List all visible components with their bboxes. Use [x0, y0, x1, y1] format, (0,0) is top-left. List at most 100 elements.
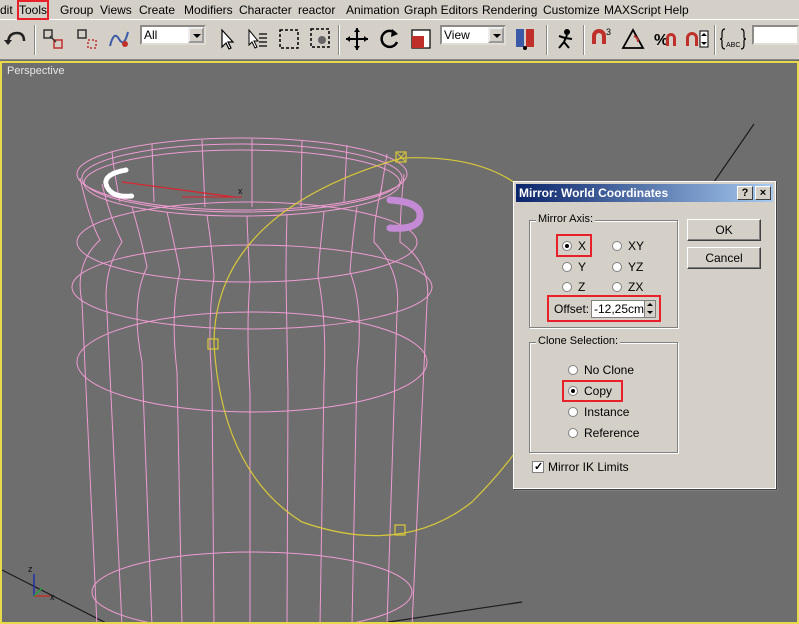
undo-icon[interactable]: [3, 26, 29, 52]
dialog-title-bar[interactable]: Mirror: World Coordinates ? ×: [516, 184, 773, 202]
menu-create[interactable]: Create: [139, 2, 175, 18]
offset-value: -12,25cm: [594, 302, 645, 316]
radio-icon: [568, 365, 578, 375]
reference-coordinate-dropdown[interactable]: View: [440, 25, 506, 45]
jar-wireframe: [71, 137, 433, 622]
mirror-axis-label: Mirror Axis:: [536, 213, 595, 225]
toolbar-separator: [34, 25, 36, 55]
axis-z-label: Z: [578, 280, 586, 294]
chevron-down-icon: [488, 27, 504, 43]
axis-y-radio[interactable]: Y: [562, 259, 586, 275]
checkbox-checked-icon: [532, 460, 544, 474]
select-object-icon[interactable]: [214, 26, 240, 52]
bind-to-space-warp-icon[interactable]: [106, 26, 132, 52]
menu-modifiers[interactable]: Modifiers: [184, 2, 233, 18]
radio-icon: [568, 407, 578, 417]
svg-text:3: 3: [606, 27, 611, 37]
mirror-dialog: Mirror: World Coordinates ? × Mirror Axi…: [513, 181, 776, 489]
menu-tools[interactable]: Tools: [16, 0, 50, 20]
menu-edit[interactable]: dit: [0, 2, 13, 18]
spinner-arrows-icon[interactable]: [644, 301, 655, 317]
percent-snap-toggle-icon[interactable]: %: [652, 26, 678, 52]
radio-icon: [612, 282, 622, 292]
select-and-rotate-icon[interactable]: [376, 26, 402, 52]
no-clone-radio[interactable]: No Clone: [568, 362, 634, 378]
select-and-link-icon[interactable]: [40, 26, 66, 52]
pivot-axis-x-label: x: [238, 186, 243, 196]
svg-text:ABC: ABC: [726, 42, 740, 49]
axis-x-radio[interactable]: X: [562, 238, 586, 254]
radio-icon: [562, 282, 572, 292]
radio-icon: [612, 262, 622, 272]
clone-selection-group: Clone Selection: No Clone Copy Instance …: [529, 335, 678, 453]
main-toolbar: All View 3 % ABC: [0, 20, 799, 60]
angle-snap-toggle-icon[interactable]: [620, 26, 646, 52]
radio-icon: [568, 428, 578, 438]
unlink-selection-icon[interactable]: [74, 26, 100, 52]
clone-selection-label: Clone Selection:: [536, 335, 621, 347]
copy-label: Copy: [584, 384, 613, 398]
axis-yz-label: YZ: [628, 260, 644, 274]
menu-rendering[interactable]: Rendering: [482, 2, 537, 18]
axis-z-radio[interactable]: Z: [562, 279, 585, 295]
edit-named-selection-icon[interactable]: ABC: [719, 26, 747, 52]
menu-customize[interactable]: Customize: [543, 2, 600, 18]
mirror-ik-limits-label: Mirror IK Limits: [548, 460, 629, 474]
pivot-axis: x: [121, 181, 243, 198]
toolbar-separator: [338, 25, 340, 55]
no-clone-label: No Clone: [584, 363, 635, 377]
cancel-button[interactable]: Cancel: [687, 247, 761, 269]
axis-z-label: z: [28, 564, 33, 574]
ok-button[interactable]: OK: [687, 219, 761, 241]
3dsmax-window: dit Tools Group Views Create Modifiers C…: [0, 0, 799, 624]
axis-tripod: z x: [28, 564, 55, 602]
select-and-move-icon[interactable]: [344, 26, 370, 52]
spinner-snap-toggle-icon[interactable]: [684, 26, 710, 52]
toolbar-separator: [546, 25, 548, 55]
close-button[interactable]: ×: [755, 186, 771, 200]
menu-maxscript[interactable]: MAXScript: [604, 2, 661, 18]
reference-radio[interactable]: Reference: [568, 425, 639, 441]
help-button[interactable]: ?: [737, 186, 753, 200]
radio-selected-icon: [568, 386, 578, 396]
reference-coordinate-value: View: [444, 28, 470, 42]
offset-spinner[interactable]: -12,25cm: [591, 300, 656, 318]
menu-graph-editors[interactable]: Graph Editors: [404, 2, 478, 18]
snaps-toggle-icon[interactable]: 3: [588, 26, 614, 52]
dialog-title: Mirror: World Coordinates: [519, 186, 669, 200]
axis-zx-radio[interactable]: ZX: [612, 279, 643, 295]
axis-xy-radio[interactable]: XY: [612, 238, 644, 254]
axis-x-label: x: [50, 592, 55, 602]
axis-y-label: Y: [578, 260, 587, 274]
instance-label: Instance: [584, 405, 630, 419]
radio-icon: [612, 241, 622, 251]
window-crossing-icon[interactable]: [308, 26, 334, 52]
selection-filter-value: All: [144, 28, 158, 42]
use-pivot-center-icon[interactable]: [512, 26, 538, 52]
chevron-down-icon: [188, 27, 204, 43]
mirror-ik-limits-checkbox[interactable]: Mirror IK Limits: [532, 460, 629, 474]
offset-label: Offset:: [554, 302, 590, 316]
menu-group[interactable]: Group: [60, 2, 93, 18]
rectangular-selection-icon[interactable]: [276, 26, 302, 52]
axis-xy-label: XY: [628, 239, 645, 253]
named-selection-sets-field[interactable]: [752, 25, 799, 45]
jar-handle-mirrored: [386, 196, 424, 232]
toolbar-separator: [583, 25, 585, 55]
menu-views[interactable]: Views: [100, 2, 132, 18]
axis-zx-label: ZX: [628, 280, 644, 294]
menu-reactor[interactable]: reactor: [298, 2, 335, 18]
menu-character[interactable]: Character: [239, 2, 292, 18]
copy-radio[interactable]: Copy: [568, 383, 612, 399]
menu-help[interactable]: Help: [664, 2, 689, 18]
selection-filter-dropdown[interactable]: All: [140, 25, 206, 45]
select-and-manipulate-icon[interactable]: [552, 26, 578, 52]
instance-radio[interactable]: Instance: [568, 404, 629, 420]
toolbar-separator: [714, 25, 716, 55]
axis-yz-radio[interactable]: YZ: [612, 259, 643, 275]
select-and-scale-icon[interactable]: [408, 26, 434, 52]
menu-bar: dit Tools Group Views Create Modifiers C…: [0, 0, 799, 20]
menu-animation[interactable]: Animation: [346, 2, 399, 18]
select-by-name-icon[interactable]: [244, 26, 270, 52]
mirror-axis-group: Mirror Axis: X Y Z XY YZ ZX Offset: -12,…: [529, 213, 678, 328]
